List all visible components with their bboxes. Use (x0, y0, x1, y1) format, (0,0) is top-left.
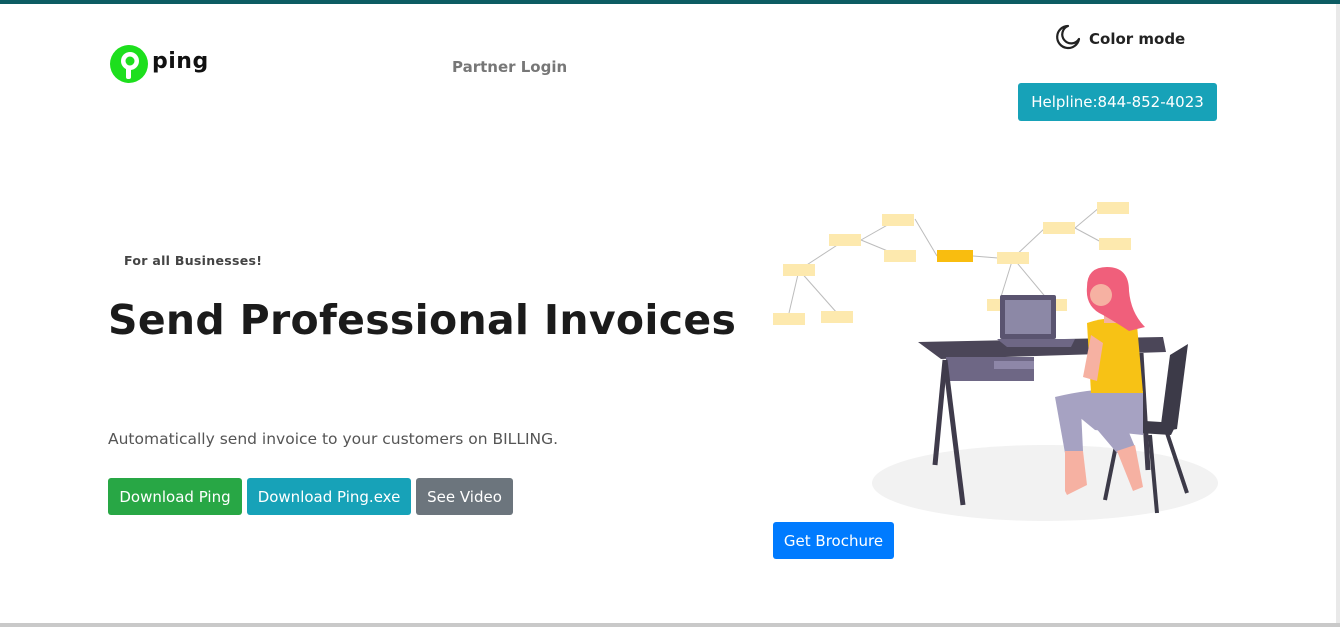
color-mode-label: Color mode (1089, 30, 1186, 48)
hero-subtext: Automatically send invoice to your custo… (108, 430, 559, 448)
scrollbar-track (1336, 4, 1340, 624)
helpline-button[interactable]: Helpline:844-852-4023 (1018, 83, 1217, 121)
hero-tagline: For all Businesses! (124, 253, 263, 268)
download-exe-button[interactable]: Download Ping.exe (247, 478, 411, 515)
top-accent-bar (0, 0, 1340, 4)
download-ping-button[interactable]: Download Ping (108, 478, 242, 515)
hero-headline: Send Professional Invoices (108, 296, 737, 344)
see-video-button[interactable]: See Video (416, 478, 513, 515)
logo-pin-icon (109, 43, 149, 91)
hero-illustration (765, 195, 1225, 529)
logo-text: ping (152, 48, 209, 74)
bottom-edge (0, 623, 1340, 627)
get-brochure-button[interactable]: Get Brochure (773, 522, 894, 559)
partner-login-link[interactable]: Partner Login (452, 58, 567, 76)
logo[interactable]: ping (109, 45, 209, 89)
color-mode-toggle[interactable]: Color mode (1055, 24, 1185, 54)
moon-icon (1055, 24, 1081, 54)
